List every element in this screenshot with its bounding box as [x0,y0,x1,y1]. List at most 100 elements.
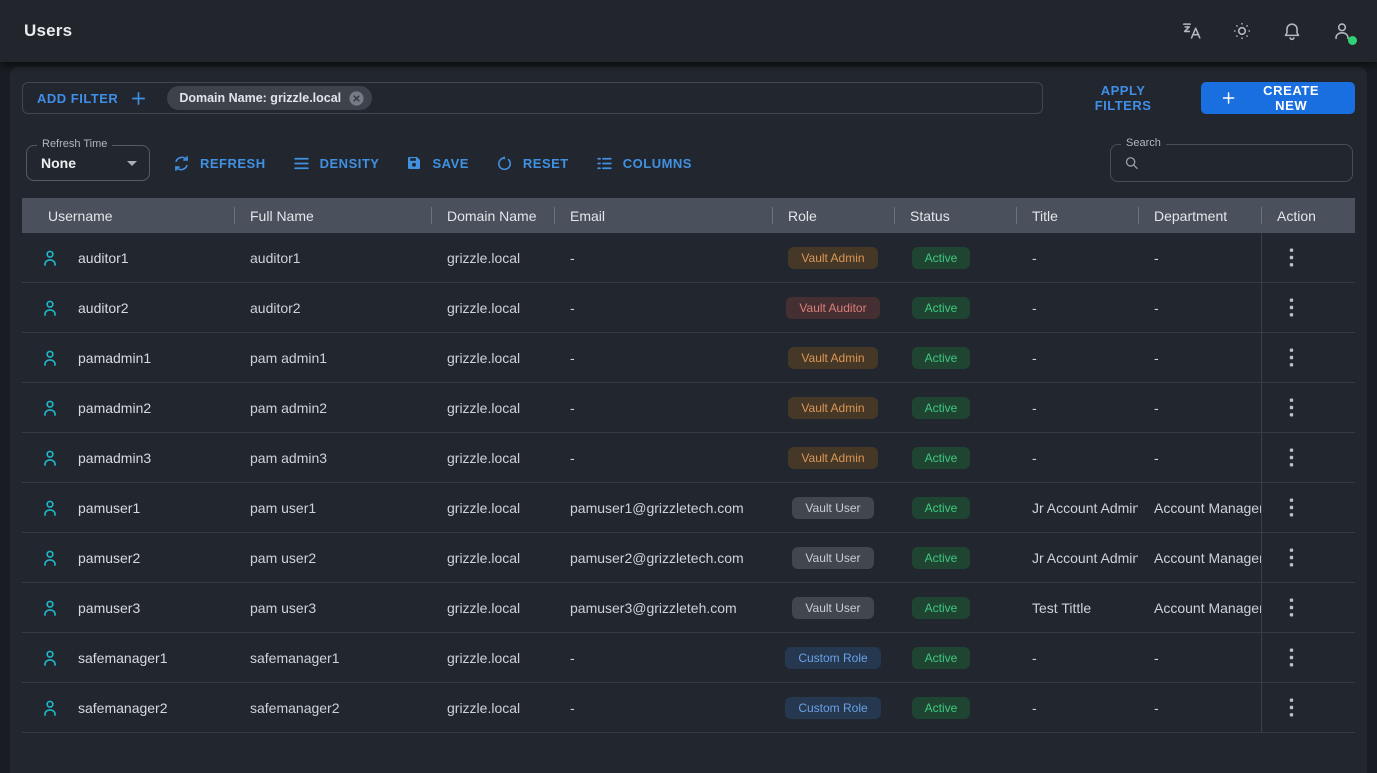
plus-icon [1221,90,1236,106]
kebab-icon [1289,498,1294,517]
cell-action [1261,433,1356,482]
cell-domain: grizzle.local [431,583,554,632]
cell-domain: grizzle.local [431,533,554,582]
cell-department: - [1138,233,1261,282]
brightness-icon[interactable] [1231,20,1253,42]
add-filter-button[interactable]: ADD FILTER [37,90,147,107]
density-button[interactable]: DENSITY [292,154,380,173]
user-icon [40,548,60,568]
column-header-username[interactable]: Username [22,198,234,233]
row-actions-button[interactable] [1283,494,1300,521]
column-header-email[interactable]: Email [554,198,772,233]
column-header-status[interactable]: Status [894,198,1016,233]
refresh-time-value: None [41,155,127,171]
role-badge: Custom Role [785,697,880,719]
column-header-full-name[interactable]: Full Name [234,198,431,233]
cell-status: Active [894,483,1016,532]
cell-role: Vault Admin [772,233,894,282]
column-header-title[interactable]: Title [1016,198,1138,233]
reset-label: RESET [523,156,569,171]
row-actions-button[interactable] [1283,644,1300,671]
row-actions-button[interactable] [1283,694,1300,721]
chevron-down-icon [127,161,137,166]
refresh-icon [172,154,191,173]
role-badge: Vault User [792,547,873,569]
cell-title: Test Tittle [1016,583,1138,632]
cell-department: - [1138,683,1261,732]
add-filter-label: ADD FILTER [37,91,118,106]
row-actions-button[interactable] [1283,294,1300,321]
kebab-icon [1289,648,1294,667]
notifications-icon[interactable] [1281,20,1303,42]
column-header-role[interactable]: Role [772,198,894,233]
status-badge: Active [912,347,970,369]
account-icon[interactable] [1331,20,1353,42]
columns-icon [595,154,614,173]
search-label: Search [1121,137,1166,149]
row-actions-button[interactable] [1283,394,1300,421]
cell-username: safemanager2 [22,683,234,732]
translate-icon[interactable] [1181,20,1203,42]
cell-title: - [1016,283,1138,332]
cell-full-name: pam user3 [234,583,431,632]
refresh-time-select[interactable]: Refresh Time None [26,145,150,181]
cell-department: - [1138,333,1261,382]
kebab-icon [1289,348,1294,367]
reset-icon [495,154,514,173]
cell-full-name: auditor2 [234,283,431,332]
cell-email: - [554,283,772,332]
cell-full-name: safemanager1 [234,633,431,682]
column-header-department[interactable]: Department [1138,198,1261,233]
username-text: pamadmin1 [78,350,151,366]
table-toolbar: Refresh Time None REFRESH DENSITY SAVE [26,144,1355,182]
cell-email: - [554,683,772,732]
search-field: Search [1110,144,1353,182]
kebab-icon [1289,398,1294,417]
status-badge: Active [912,697,970,719]
table-row: pamadmin3pam admin3grizzle.local-Vault A… [22,433,1355,483]
user-icon [40,398,60,418]
cell-action [1261,333,1356,382]
search-input[interactable] [1151,155,1340,171]
role-badge: Vault User [792,497,873,519]
cell-action [1261,233,1356,282]
column-header-action[interactable]: Action [1261,198,1356,233]
user-icon [40,498,60,518]
table-row: safemanager2safemanager2grizzle.local-Cu… [22,683,1355,733]
apply-filters-button[interactable]: APPLY FILTERS [1073,83,1173,113]
column-header-domain[interactable]: Domain Name [431,198,554,233]
refresh-button[interactable]: REFRESH [172,154,266,173]
kebab-icon [1289,548,1294,567]
cell-action [1261,533,1356,582]
kebab-icon [1289,598,1294,617]
cell-email: pamuser3@grizzleteh.com [554,583,772,632]
filter-chip[interactable]: Domain Name: grizzle.local [167,86,372,110]
role-badge: Vault User [792,597,873,619]
table-row: pamadmin2pam admin2grizzle.local-Vault A… [22,383,1355,433]
row-actions-button[interactable] [1283,544,1300,571]
density-icon [292,154,311,173]
table-row: safemanager1safemanager1grizzle.local-Cu… [22,633,1355,683]
cell-title: - [1016,433,1138,482]
cell-email: pamuser2@grizzletech.com [554,533,772,582]
reset-button[interactable]: RESET [495,154,569,173]
user-icon [40,448,60,468]
cell-domain: grizzle.local [431,283,554,332]
filter-bar: ADD FILTER Domain Name: grizzle.local AP… [10,67,1367,114]
row-actions-button[interactable] [1283,444,1300,471]
create-new-button[interactable]: CREATE NEW [1201,82,1355,114]
cell-username: pamuser3 [22,583,234,632]
chip-close-icon[interactable] [348,90,365,107]
row-actions-button[interactable] [1283,244,1300,271]
cell-department: Account Management [1138,483,1261,532]
role-badge: Vault Admin [788,247,877,269]
kebab-icon [1289,248,1294,267]
table-row: pamuser1pam user1grizzle.localpamuser1@g… [22,483,1355,533]
cell-domain: grizzle.local [431,433,554,482]
username-text: pamuser1 [78,500,140,516]
save-button[interactable]: SAVE [405,154,468,172]
save-icon [405,154,423,172]
columns-button[interactable]: COLUMNS [595,154,692,173]
row-actions-button[interactable] [1283,344,1300,371]
row-actions-button[interactable] [1283,594,1300,621]
